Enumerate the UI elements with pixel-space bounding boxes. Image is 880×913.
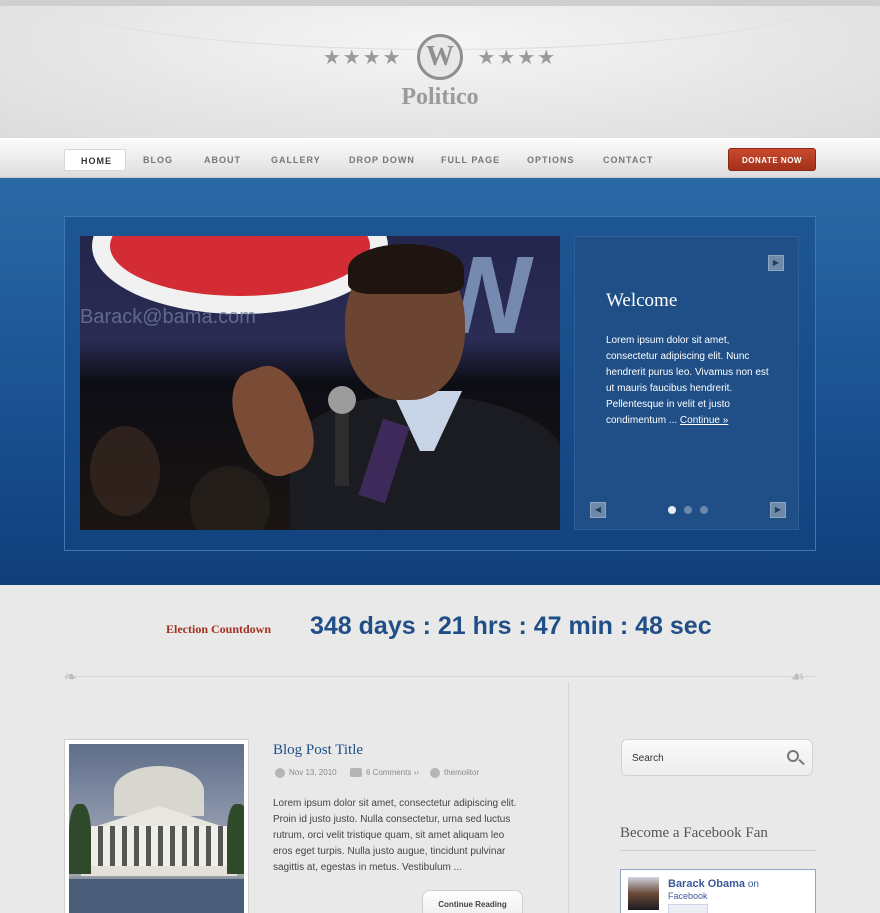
- facebook-like-button[interactable]: [668, 904, 708, 913]
- memorial-base: [81, 866, 237, 876]
- countdown-value: 348 days : 21 hrs : 47 min : 48 sec: [310, 612, 712, 640]
- post-comments[interactable]: 6 Comments ››: [350, 768, 419, 778]
- nav-item-full-page[interactable]: FULL PAGE: [441, 149, 500, 171]
- facebook-heading: Become a Facebook Fan: [620, 825, 768, 841]
- site-name[interactable]: Politico: [0, 84, 880, 111]
- slider-dot-3[interactable]: [700, 506, 708, 514]
- trees-right: [227, 804, 244, 874]
- slider-prev-icon[interactable]: ◀: [590, 502, 606, 518]
- trees-left: [69, 804, 91, 874]
- crowd-blur: [90, 426, 160, 516]
- search-box: [621, 739, 813, 776]
- ornament-left-icon: ❧: [64, 667, 78, 686]
- clock-icon: [275, 768, 285, 778]
- section-divider: [64, 676, 816, 677]
- site-logo[interactable]: ★★★★ W ★★★★: [0, 34, 880, 80]
- facebook-label[interactable]: Facebook: [668, 891, 708, 901]
- nav-item-blog[interactable]: BLOG: [143, 149, 173, 171]
- microphone-icon: [328, 386, 356, 414]
- user-icon: [430, 768, 440, 778]
- post-author[interactable]: themolitor: [430, 768, 479, 778]
- comment-icon: [350, 768, 362, 778]
- heading-rule: [620, 850, 816, 851]
- memorial-columns: [91, 826, 227, 866]
- speaker-hair: [348, 244, 464, 294]
- post-thumbnail[interactable]: [64, 739, 249, 913]
- post-excerpt: Lorem ipsum dolor sit amet, consectetur …: [273, 798, 517, 873]
- slide-photo[interactable]: W Barack@bama.com: [80, 236, 560, 530]
- slide-continue-link[interactable]: Continue »: [680, 415, 728, 426]
- sidebar-divider: [568, 682, 569, 913]
- slider-dot-2[interactable]: [684, 506, 692, 514]
- site-header: ★★★★ W ★★★★ Politico: [0, 0, 880, 138]
- countdown-label: Election Countdown: [166, 622, 272, 636]
- search-input[interactable]: [632, 750, 772, 766]
- stars-left-icon: ★★★★: [322, 45, 403, 69]
- slide-text: Lorem ipsum dolor sit amet, consectetur …: [606, 335, 769, 426]
- search-icon[interactable]: [787, 750, 799, 762]
- post-date: Nov 13, 2010: [275, 768, 337, 778]
- nav-item-options[interactable]: OPTIONS: [527, 149, 575, 171]
- slide-next-icon[interactable]: ▶: [768, 255, 784, 271]
- background-url-text: Barack@bama.com: [80, 306, 256, 328]
- continue-reading-button[interactable]: Continue Reading: [422, 890, 523, 913]
- crowd-blur: [190, 466, 270, 530]
- avatar[interactable]: [628, 877, 659, 910]
- campaign-logo-shape: [110, 236, 370, 296]
- ornament-right-icon: ☙: [790, 667, 805, 686]
- water: [69, 879, 244, 913]
- slider-next-icon[interactable]: ▶: [770, 502, 786, 518]
- slide-title: Welcome: [606, 290, 678, 311]
- stars-right-icon: ★★★★: [477, 45, 558, 69]
- nav-item-about[interactable]: ABOUT: [204, 149, 241, 171]
- nav-item-drop-down[interactable]: DROP DOWN: [349, 149, 415, 171]
- nav-item-home[interactable]: HOME: [64, 149, 126, 171]
- slider-dot-1[interactable]: [668, 506, 676, 514]
- facebook-page-name[interactable]: Barack Obama on: [668, 878, 759, 890]
- wordpress-logo-icon: W: [417, 34, 463, 80]
- donate-button[interactable]: DONATE NOW: [728, 148, 816, 171]
- nav-item-gallery[interactable]: GALLERY: [271, 149, 321, 171]
- memorial-image: [69, 744, 244, 913]
- post-title[interactable]: Blog Post Title: [273, 742, 363, 759]
- nav-item-contact[interactable]: CONTACT: [603, 149, 653, 171]
- microphone-handle: [335, 411, 349, 486]
